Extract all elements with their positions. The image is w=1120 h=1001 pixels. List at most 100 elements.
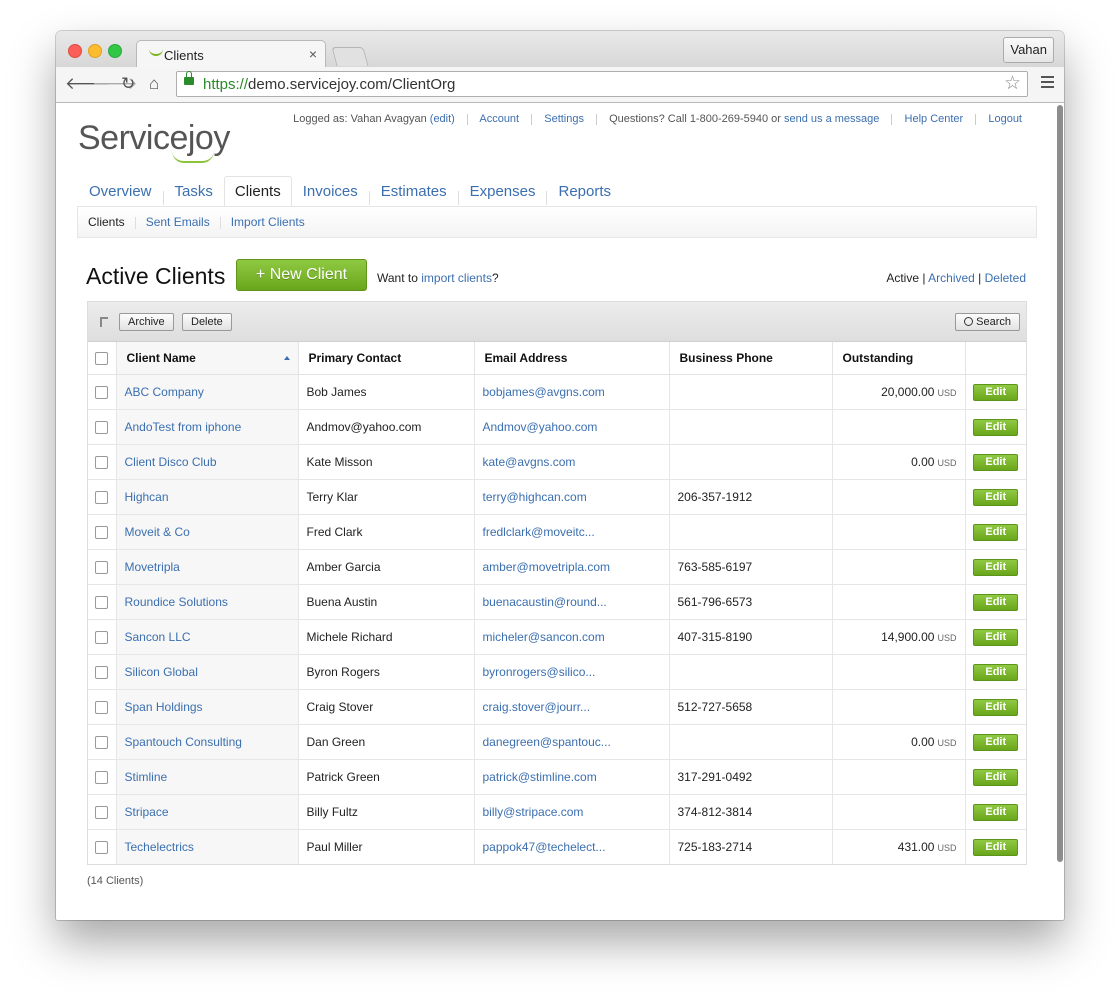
client-name-link[interactable]: Stripace [125, 805, 169, 819]
zoom-window-button[interactable] [108, 44, 122, 58]
email-link[interactable]: terry@highcan.com [483, 490, 587, 504]
tab-estimates[interactable]: Estimates [370, 176, 458, 207]
new-tab-button[interactable] [331, 47, 369, 66]
row-checkbox[interactable] [95, 771, 109, 785]
row-checkbox[interactable] [95, 561, 109, 575]
edit-button[interactable]: Edit [973, 663, 1019, 681]
client-name-link[interactable]: Movetripla [125, 560, 180, 574]
filter-deleted[interactable]: Deleted [985, 271, 1026, 285]
minimize-window-button[interactable] [88, 44, 102, 58]
tab-tasks[interactable]: Tasks [164, 176, 224, 207]
row-checkbox[interactable] [95, 421, 109, 435]
edit-button[interactable]: Edit [973, 698, 1019, 716]
client-name-link[interactable]: AndoTest from iphone [125, 420, 242, 434]
client-name-link[interactable]: Client Disco Club [125, 455, 217, 469]
row-checkbox[interactable] [95, 666, 109, 680]
edit-profile-link[interactable]: (edit) [430, 113, 455, 125]
search-button[interactable]: Search [955, 313, 1020, 331]
edit-button[interactable]: Edit [973, 453, 1019, 471]
client-name-link[interactable]: ABC Company [125, 385, 204, 399]
select-all-checkbox[interactable] [95, 352, 109, 366]
row-checkbox[interactable] [95, 491, 109, 505]
email-link[interactable]: buenacaustin@round... [483, 595, 607, 609]
client-name-link[interactable]: Silicon Global [125, 665, 198, 679]
profile-button[interactable]: Vahan [1003, 37, 1054, 63]
email-link[interactable]: danegreen@spantouc... [483, 735, 611, 749]
email-link[interactable]: kate@avgns.com [483, 455, 576, 469]
tab-expenses[interactable]: Expenses [459, 176, 547, 207]
client-name-link[interactable]: Span Holdings [125, 700, 203, 714]
row-checkbox[interactable] [95, 701, 109, 715]
tab-clients[interactable]: Clients [223, 176, 292, 207]
column-header-primary-contact[interactable]: Primary Contact [298, 342, 475, 375]
subnav-import-clients[interactable]: Import Clients [221, 207, 315, 237]
email-link[interactable]: Andmov@yahoo.com [483, 420, 598, 434]
logout-link[interactable]: Logout [988, 113, 1022, 125]
tab-close-icon[interactable]: × [309, 46, 317, 62]
edit-button[interactable]: Edit [973, 418, 1019, 436]
edit-button[interactable]: Edit [973, 768, 1019, 786]
column-header-outstanding[interactable]: Outstanding [832, 342, 966, 375]
browser-tab-clients[interactable]: Clients × [136, 40, 326, 67]
client-name-link[interactable]: Stimline [125, 770, 168, 784]
row-checkbox[interactable] [95, 526, 109, 540]
edit-button[interactable]: Edit [973, 733, 1019, 751]
column-header-client-name[interactable]: Client Name [116, 342, 299, 375]
row-checkbox[interactable] [95, 386, 109, 400]
edit-button[interactable]: Edit [973, 838, 1019, 856]
client-name-link[interactable]: Highcan [125, 490, 169, 504]
email-link[interactable]: byronrogers@silico... [483, 665, 596, 679]
client-name-link[interactable]: Spantouch Consulting [125, 735, 242, 749]
edit-button[interactable]: Edit [973, 383, 1019, 401]
client-name-link[interactable]: Roundice Solutions [125, 595, 228, 609]
account-link[interactable]: Account [479, 113, 519, 125]
row-checkbox[interactable] [95, 806, 109, 820]
row-checkbox[interactable] [95, 631, 109, 645]
delete-button[interactable]: Delete [182, 313, 232, 331]
column-header-phone[interactable]: Business Phone [669, 342, 833, 375]
filter-archived[interactable]: Archived [928, 271, 975, 285]
hamburger-menu-icon[interactable] [1041, 76, 1054, 88]
tab-reports[interactable]: Reports [547, 176, 622, 207]
row-checkbox[interactable] [95, 596, 109, 610]
edit-button[interactable]: Edit [973, 628, 1019, 646]
row-checkbox[interactable] [95, 456, 109, 470]
send-message-link[interactable]: send us a message [784, 113, 879, 125]
import-clients-link[interactable]: import clients [421, 271, 492, 285]
filter-active[interactable]: Active [886, 271, 919, 285]
new-client-button[interactable]: + New Client [236, 259, 367, 291]
email-link[interactable]: bobjames@avgns.com [483, 385, 605, 399]
email-link[interactable]: billy@stripace.com [483, 805, 584, 819]
address-bar[interactable]: https://demo.servicejoy.com/ClientOrg ☆ [176, 71, 1028, 97]
edit-button[interactable]: Edit [973, 593, 1019, 611]
tab-invoices[interactable]: Invoices [292, 176, 369, 207]
row-checkbox[interactable] [95, 736, 109, 750]
email-link[interactable]: micheler@sancon.com [483, 630, 605, 644]
close-window-button[interactable] [68, 44, 82, 58]
email-link[interactable]: amber@movetripla.com [483, 560, 611, 574]
client-name-link[interactable]: Techelectrics [125, 840, 194, 854]
archive-button[interactable]: Archive [119, 313, 174, 331]
help-center-link[interactable]: Help Center [905, 113, 964, 125]
settings-link[interactable]: Settings [544, 113, 584, 125]
email-link[interactable]: craig.stover@jourr... [483, 700, 591, 714]
edit-button[interactable]: Edit [973, 523, 1019, 541]
vertical-scrollbar[interactable] [1057, 105, 1063, 862]
edit-button[interactable]: Edit [973, 558, 1019, 576]
home-icon[interactable]: ⌂ [149, 74, 159, 94]
edit-button[interactable]: Edit [973, 803, 1019, 821]
subnav-sent-emails[interactable]: Sent Emails [136, 207, 220, 237]
subnav-clients[interactable]: Clients [78, 207, 135, 237]
tab-overview[interactable]: Overview [78, 176, 163, 207]
bookmark-star-icon[interactable]: ☆ [1004, 72, 1021, 95]
reload-icon[interactable]: ↻ [121, 74, 135, 94]
row-checkbox[interactable] [95, 841, 109, 855]
email-link[interactable]: patrick@stimline.com [483, 770, 597, 784]
email-link[interactable]: pappok47@techelect... [483, 840, 606, 854]
client-name-link[interactable]: Moveit & Co [125, 525, 190, 539]
column-header-email[interactable]: Email Address [474, 342, 670, 375]
tab-title: Clients [164, 48, 204, 63]
client-name-link[interactable]: Sancon LLC [125, 630, 191, 644]
edit-button[interactable]: Edit [973, 488, 1019, 506]
email-link[interactable]: fredlclark@moveitc... [483, 525, 595, 539]
